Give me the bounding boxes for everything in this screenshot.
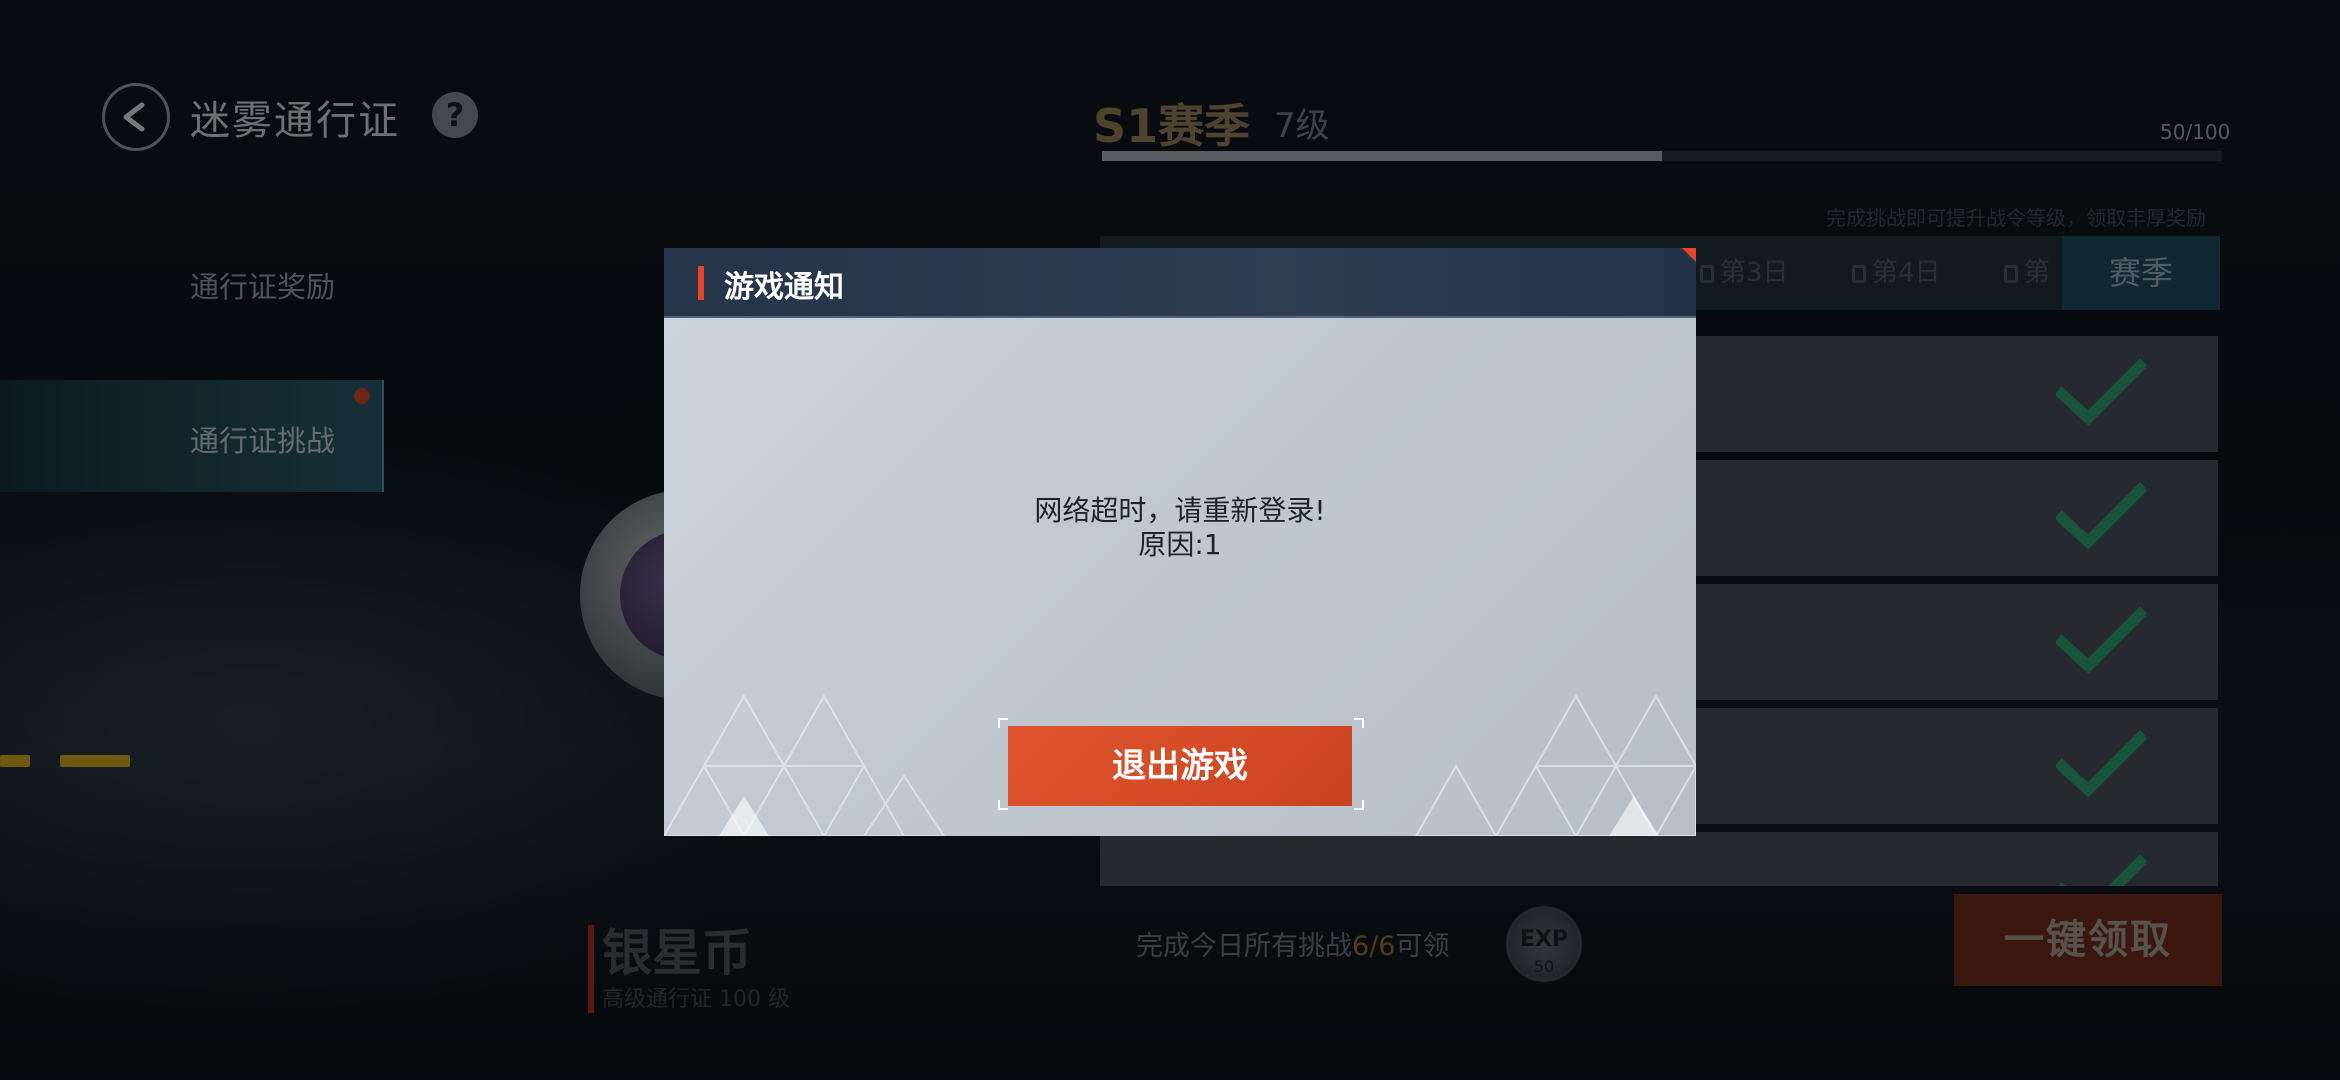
button-corner <box>998 718 1008 728</box>
exit-game-button[interactable]: 退出游戏 <box>1008 726 1352 806</box>
message-line-1: 网络超时，请重新登录! <box>1034 494 1326 527</box>
button-corner <box>1354 800 1364 810</box>
message-line-2: 原因:1 <box>1138 528 1222 561</box>
dialog-accent-bar <box>698 266 704 300</box>
game-notice-dialog: 游戏通知 网络超时，请重新登录! 原因:1 退出游戏 <box>664 248 1696 836</box>
dialog-message: 网络超时，请重新登录! 原因:1 <box>664 494 1696 562</box>
button-corner <box>1354 718 1364 728</box>
dialog-title: 游戏通知 <box>724 270 844 305</box>
button-corner <box>998 800 1008 810</box>
dialog-body: 网络超时，请重新登录! 原因:1 退出游戏 <box>664 318 1696 836</box>
dialog-corner-mark <box>1682 248 1696 262</box>
dialog-header: 游戏通知 <box>664 248 1696 318</box>
